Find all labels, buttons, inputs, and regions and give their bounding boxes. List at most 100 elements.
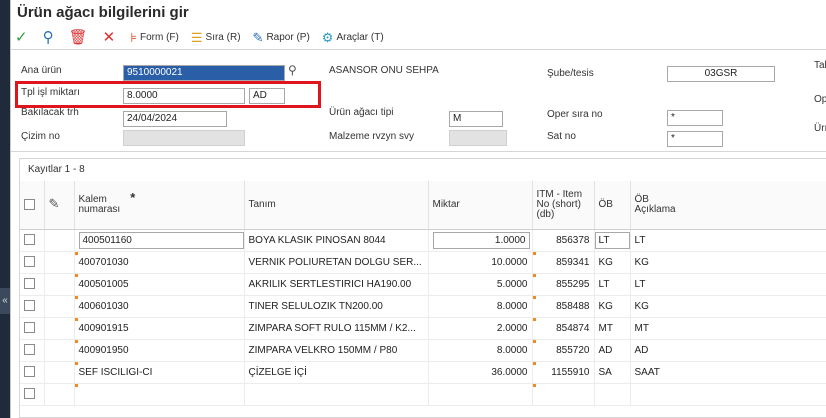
cell-kalem[interactable] — [74, 383, 245, 406]
grid-settings-header[interactable]: ✎ — [44, 181, 75, 230]
row-select-cell[interactable] — [20, 295, 45, 318]
cell-itm[interactable]: 854874 — [532, 317, 595, 340]
row-select-cell[interactable] — [20, 339, 45, 362]
row-checkbox[interactable] — [24, 256, 35, 268]
cell-miktar[interactable]: 8.0000 — [428, 295, 533, 318]
select-all-checkbox[interactable] — [24, 199, 35, 211]
collapse-chevron-icon[interactable]: « — [2, 295, 8, 306]
cell-itm[interactable]: 855720 — [532, 339, 595, 362]
cell-itm[interactable] — [532, 383, 595, 406]
cell-aciklama[interactable]: MT — [630, 317, 826, 340]
row-select-cell[interactable] — [20, 361, 45, 384]
row-select-cell[interactable] — [20, 229, 45, 252]
row-select-cell[interactable] — [20, 251, 45, 274]
header-kalem[interactable]: Kalem numarası * — [74, 181, 245, 230]
cell-itm[interactable]: 859341 — [532, 251, 595, 274]
cell-miktar[interactable]: 8.0000 — [428, 339, 533, 362]
table-row[interactable]: SEF ISCILIGI-CI ÇİZELGE İÇİ 36.0000 1155… — [20, 361, 826, 384]
cell-itm[interactable]: 858488 — [532, 295, 595, 318]
cell-itm[interactable]: 855295 — [532, 273, 595, 296]
cell-aciklama[interactable]: KG — [630, 251, 826, 274]
cell-itm[interactable]: 1155910 — [532, 361, 595, 384]
row-checkbox[interactable] — [24, 366, 35, 378]
row-select-cell[interactable] — [20, 317, 45, 340]
cell-tanim[interactable]: TINER SELULOZIK TN200.00 — [244, 295, 429, 318]
table-row[interactable]: 400601030 TINER SELULOZIK TN200.00 8.000… — [20, 295, 826, 318]
cell-ob[interactable]: KG — [594, 295, 631, 318]
tip-input[interactable]: M — [449, 111, 503, 127]
cell-ob-input[interactable]: LT — [594, 231, 629, 249]
header-miktar[interactable]: Miktar — [428, 181, 533, 230]
cell-aciklama[interactable]: LT — [630, 273, 826, 296]
cell-miktar[interactable]: 2.0000 — [428, 317, 533, 340]
header-ob-aciklama[interactable]: ÖB Açıklama — [630, 181, 826, 230]
cell-ob[interactable]: MT — [594, 317, 631, 340]
header-tanim[interactable]: Tanım — [244, 181, 429, 230]
row-checkbox[interactable] — [24, 344, 35, 356]
sira-menu-button[interactable]: ☰ Sıra (R) — [191, 31, 241, 44]
bakilacak-date-input[interactable]: 24/04/2024 — [123, 111, 227, 127]
table-row[interactable]: 400901950 ZIMPARA VELKRO 150MM / P80 8.0… — [20, 339, 826, 362]
header-ob[interactable]: ÖB — [594, 181, 631, 230]
cell-ob[interactable] — [594, 383, 631, 406]
select-all-header[interactable] — [20, 181, 45, 230]
table-row[interactable]: 400501160 BOYA KLASIK PINOSAN 8044 1.000… — [20, 229, 826, 252]
cell-miktar[interactable]: 5.0000 — [428, 273, 533, 296]
cell-miktar-input[interactable]: 1.0000 — [432, 231, 530, 249]
cell-tanim[interactable] — [244, 383, 429, 406]
magnifier-icon[interactable]: ⚲ — [288, 63, 297, 77]
row-select-cell[interactable] — [20, 273, 45, 296]
cancel-button[interactable]: ✕ — [103, 30, 119, 45]
cell-aciklama[interactable]: KG — [630, 295, 826, 318]
table-row[interactable]: 400701030 VERNIK POLIURETAN DOLGU SER...… — [20, 251, 826, 274]
cell-tanim[interactable]: AKRILIK SERTLESTIRICI HA190.00 — [244, 273, 429, 296]
sube-input[interactable]: 03GSR — [667, 66, 775, 82]
cell-itm[interactable]: 856378 — [532, 229, 595, 252]
cell-ob[interactable]: KG — [594, 251, 631, 274]
cell-miktar[interactable]: 10.0000 — [428, 251, 533, 274]
cell-tanim[interactable]: ZIMPARA SOFT RULO 115MM / K2... — [244, 317, 429, 340]
cell-kalem[interactable]: SEF ISCILIGI-CI — [74, 361, 245, 384]
header-itm[interactable]: ITM - Item No (short) (db) — [532, 181, 595, 230]
row-checkbox[interactable] — [24, 234, 35, 246]
cell-kalem[interactable]: 400901915 — [74, 317, 245, 340]
oper-input[interactable]: * — [667, 110, 723, 126]
table-row[interactable]: 400901915 ZIMPARA SOFT RULO 115MM / K2..… — [20, 317, 826, 340]
collapse-panel-handle[interactable]: « — [0, 288, 10, 314]
row-checkbox[interactable] — [24, 300, 35, 312]
cell-miktar[interactable] — [428, 383, 533, 406]
cell-tanim[interactable]: BOYA KLASIK PINOSAN 8044 — [244, 229, 429, 252]
rapor-menu-button[interactable]: ✎ Rapor (P) — [253, 31, 310, 44]
cell-kalem[interactable]: 400901950 — [74, 339, 245, 362]
cell-ob[interactable]: SA — [594, 361, 631, 384]
cell-kalem[interactable]: 400501005 — [74, 273, 245, 296]
cell-miktar[interactable]: 36.0000 — [428, 361, 533, 384]
table-row[interactable] — [20, 383, 826, 406]
cell-tanim[interactable]: ZIMPARA VELKRO 150MM / P80 — [244, 339, 429, 362]
lookup-arrow-icon[interactable]: ↘ — [275, 64, 284, 77]
ok-button[interactable]: ✓ — [15, 30, 31, 45]
row-checkbox[interactable] — [24, 278, 35, 290]
table-row[interactable]: 400501005 AKRILIK SERTLESTIRICI HA190.00… — [20, 273, 826, 296]
cell-aciklama[interactable]: AD — [630, 339, 826, 362]
araclar-menu-button[interactable]: ⚙ Araçlar (T) — [322, 31, 384, 44]
row-checkbox[interactable] — [24, 322, 35, 334]
ana-urun-input[interactable]: 9510000021 — [123, 65, 285, 81]
grid-settings-icon[interactable]: ✎ — [49, 196, 60, 211]
cell-ob[interactable]: LT — [594, 229, 631, 252]
cell-kalem-input[interactable]: 400501160 — [78, 231, 243, 249]
row-checkbox[interactable] — [24, 388, 35, 400]
row-select-cell[interactable] — [20, 383, 45, 406]
cell-kalem[interactable]: 400601030 — [74, 295, 245, 318]
cell-kalem[interactable]: 400701030 — [74, 251, 245, 274]
cell-ob[interactable]: AD — [594, 339, 631, 362]
cell-aciklama[interactable] — [630, 383, 826, 406]
cell-aciklama[interactable]: SAAT — [630, 361, 826, 384]
cell-ob[interactable]: LT — [594, 273, 631, 296]
cell-aciklama[interactable]: LT — [630, 229, 826, 252]
find-button[interactable]: ⚲ — [43, 30, 57, 45]
sat-input[interactable]: * — [667, 131, 723, 147]
cell-tanim[interactable]: VERNIK POLIURETAN DOLGU SER... — [244, 251, 429, 274]
form-menu-button[interactable]: ⊧ Form (F) — [130, 31, 179, 44]
cell-miktar[interactable]: 1.0000 — [428, 229, 533, 252]
